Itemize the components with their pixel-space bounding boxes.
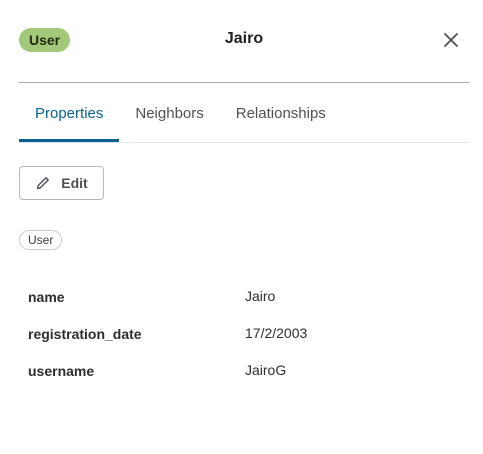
panel-header: User Jairo <box>19 25 469 55</box>
property-row: registration_date 17/2/2003 <box>28 323 458 360</box>
property-value: JairoG <box>245 362 287 378</box>
node-inspector-panel: User Jairo Properties Neighbors Relation… <box>0 0 483 454</box>
property-key: name <box>28 289 65 305</box>
tab-properties[interactable]: Properties <box>19 97 120 142</box>
edit-button-label: Edit <box>61 175 88 191</box>
property-key: registration_date <box>28 326 142 342</box>
property-key: username <box>28 363 95 379</box>
edit-button[interactable]: Edit <box>19 166 104 200</box>
close-icon <box>444 33 458 47</box>
property-row: username JairoG <box>28 360 458 397</box>
node-label-chip[interactable]: User <box>19 230 63 250</box>
properties-table: name Jairo registration_date 17/2/2003 u… <box>28 286 458 397</box>
header-divider <box>19 82 469 83</box>
property-value: 17/2/2003 <box>245 325 308 341</box>
node-title: Jairo <box>224 30 264 47</box>
property-row: name Jairo <box>28 286 458 323</box>
close-button[interactable] <box>441 30 461 50</box>
tab-bar: Properties Neighbors Relationships <box>19 97 469 143</box>
tab-relationships[interactable]: Relationships <box>220 97 342 141</box>
tab-neighbors[interactable]: Neighbors <box>119 97 219 141</box>
pencil-icon <box>37 177 50 190</box>
property-value: Jairo <box>245 288 276 304</box>
